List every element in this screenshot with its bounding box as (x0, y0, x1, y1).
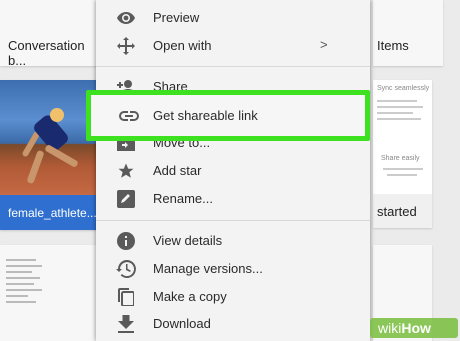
move-icon (116, 36, 136, 56)
file-card-title: Conversation b... (8, 38, 85, 68)
menu-item-open-with[interactable]: Open with > (96, 33, 370, 59)
file-card-footer: started (373, 194, 432, 228)
info-icon (116, 231, 136, 251)
menu-item-preview[interactable]: Preview (96, 5, 370, 31)
file-card-spreadsheet[interactable] (0, 245, 100, 341)
star-icon (116, 161, 136, 181)
menu-item-rename[interactable]: Rename... (96, 186, 370, 212)
file-card-conversation[interactable]: Conversation b... (0, 0, 100, 68)
file-card-title: Items (377, 38, 409, 53)
copy-icon (116, 287, 136, 307)
menu-item-label: Open with (153, 38, 212, 53)
menu-item-label: Make a copy (153, 289, 227, 304)
wikihow-watermark: wikiHow (370, 318, 458, 338)
menu-item-download[interactable]: Download (96, 311, 370, 337)
eye-icon (116, 8, 136, 28)
menu-item-manage-versions[interactable]: Manage versions... (96, 256, 370, 282)
menu-item-label: Add star (153, 163, 202, 178)
menu-item-add-star[interactable]: Add star (96, 158, 370, 184)
menu-item-label: View details (153, 233, 223, 248)
menu-item-label: Get shareable link (153, 108, 258, 123)
preview-heading: Sync seamlessly (377, 85, 430, 92)
context-menu: Preview Open with > Share Move to... Add… (96, 0, 370, 341)
menu-item-make-copy[interactable]: Make a copy (96, 284, 370, 310)
menu-item-label: Download (153, 316, 211, 331)
file-card-title: female_athlete... (8, 206, 97, 220)
file-card-footer: female_athlete... (0, 195, 110, 230)
file-card-title: started (377, 204, 417, 219)
menu-item-label: Preview (153, 10, 200, 25)
file-card-getting-started[interactable]: Sync seamlessly Share easily started (373, 80, 432, 228)
link-icon (118, 106, 140, 126)
history-icon (116, 259, 136, 279)
menu-divider (96, 220, 370, 221)
watermark-how-text: How (401, 320, 431, 336)
menu-divider (96, 66, 370, 67)
rename-icon (116, 189, 136, 209)
menu-item-label: Manage versions... (153, 261, 263, 276)
download-icon (116, 314, 136, 334)
menu-item-view-details[interactable]: View details (96, 228, 370, 254)
watermark-wiki-text: wiki (378, 320, 402, 336)
chevron-right-icon: > (320, 37, 328, 52)
menu-item-get-shareable-link[interactable]: Get shareable link (86, 90, 370, 141)
preview-subheading: Share easily (381, 155, 420, 162)
file-card-items[interactable]: Items (373, 0, 443, 66)
menu-item-label: Rename... (153, 191, 213, 206)
doc-preview-lines (6, 255, 46, 307)
